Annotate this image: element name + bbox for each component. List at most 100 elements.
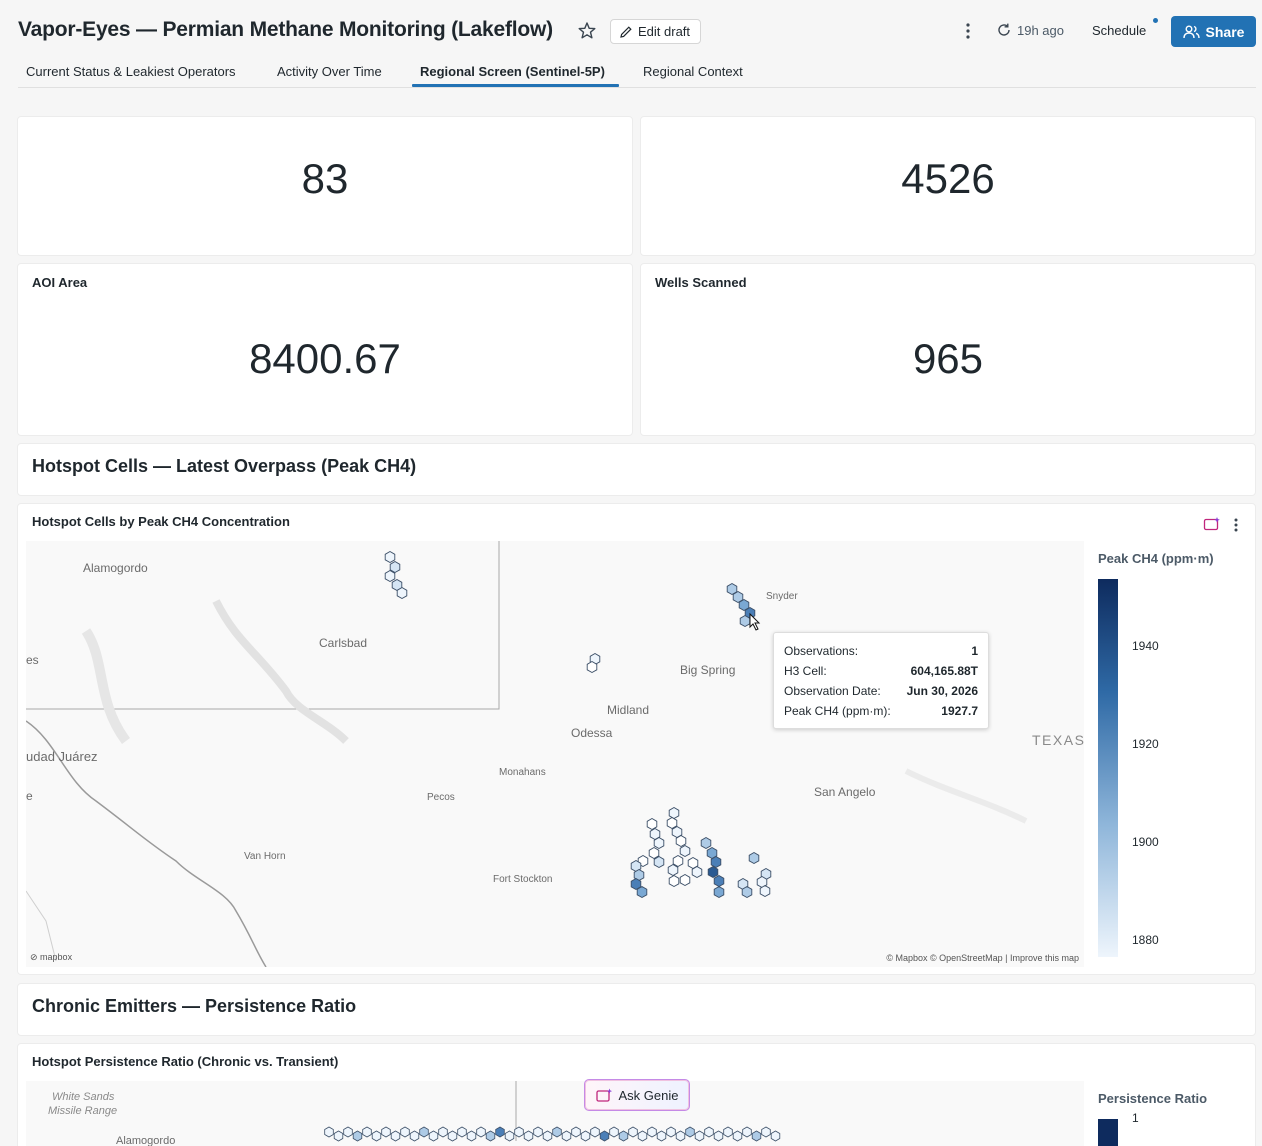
persistence-hex-cell[interactable] <box>742 1126 752 1138</box>
tooltip-label: Peak CH4 (ppm·m): <box>784 704 891 718</box>
persistence-hex-cell[interactable] <box>447 1130 458 1142</box>
tab-regional-screen[interactable]: Regional Screen (Sentinel-5P) <box>420 64 605 79</box>
hotspot-hex-cell[interactable] <box>700 836 712 850</box>
ask-genie-button[interactable]: Ask Genie <box>584 1079 690 1111</box>
persistence-hex-cell[interactable] <box>466 1130 477 1142</box>
hotspot-hex-cell[interactable] <box>586 660 598 674</box>
hotspot-hex-cell[interactable] <box>666 816 678 830</box>
persistence-hex-cell[interactable] <box>343 1126 353 1138</box>
hotspot-hex-cell[interactable] <box>713 885 725 899</box>
hotspot-hex-cell[interactable] <box>646 817 658 831</box>
persistence-hex-cell[interactable] <box>485 1130 496 1142</box>
counter-value: 83 <box>301 155 349 202</box>
persistence-hex-cell[interactable] <box>438 1126 448 1138</box>
persistence-hex-cell[interactable] <box>552 1126 562 1138</box>
hotspot-hex-cell[interactable] <box>691 865 703 879</box>
persistence-hex-cell[interactable] <box>476 1126 486 1138</box>
persistence-hex-cell[interactable] <box>561 1130 572 1142</box>
persistence-map[interactable]: White Sands Missile Range Alamogordo <box>26 1081 1084 1146</box>
persistence-hex-cell[interactable] <box>628 1126 638 1138</box>
hotspot-hex-cell[interactable] <box>759 884 771 898</box>
persistence-hex-cell[interactable] <box>704 1126 714 1138</box>
hotspot-hex-cell[interactable] <box>396 586 408 600</box>
genie-chart-icon[interactable] <box>1203 516 1221 532</box>
persistence-hex-cell[interactable] <box>666 1126 676 1138</box>
schedule-button[interactable]: Schedule <box>1092 23 1146 38</box>
persistence-hex-cell[interactable] <box>580 1130 591 1142</box>
tooltip-label: Observation Date: <box>784 684 881 698</box>
persistence-hex-cell[interactable] <box>723 1126 733 1138</box>
persistence-hex-cell[interactable] <box>381 1126 391 1138</box>
persistence-hex-cell[interactable] <box>533 1126 543 1138</box>
map-attribution[interactable]: © Mapbox © OpenStreetMap | Improve this … <box>886 953 1079 963</box>
tooltip-value: Jun 30, 2026 <box>906 684 978 698</box>
persistence-hex-cell[interactable] <box>590 1126 600 1138</box>
persistence-hex-cell[interactable] <box>770 1130 781 1142</box>
persistence-hex-cell[interactable] <box>333 1130 344 1142</box>
hotspot-hex-cell[interactable] <box>707 865 719 879</box>
hotspot-hex-cell[interactable] <box>653 836 665 850</box>
persistence-hex-cell[interactable] <box>647 1126 657 1138</box>
hotspot-hex-cell[interactable] <box>648 846 660 860</box>
tab-activity-over-time[interactable]: Activity Over Time <box>277 64 382 79</box>
hotspot-hex-cell[interactable] <box>748 851 760 865</box>
persistence-hex-cell[interactable] <box>428 1130 439 1142</box>
persistence-hex-cell[interactable] <box>352 1130 363 1142</box>
persistence-hex-cell[interactable] <box>761 1126 771 1138</box>
persistence-hex-cell[interactable] <box>523 1130 534 1142</box>
persistence-hex-cell[interactable] <box>542 1130 553 1142</box>
persistence-hex-cell[interactable] <box>457 1126 467 1138</box>
hotspot-hex-cell[interactable] <box>384 569 396 583</box>
persistence-hex-cell[interactable] <box>751 1130 762 1142</box>
hotspot-hex-cell[interactable] <box>389 560 401 574</box>
tab-regional-context[interactable]: Regional Context <box>643 64 743 79</box>
hotspot-hex-cell[interactable] <box>675 834 687 848</box>
hotspot-hex-cell[interactable] <box>672 854 684 868</box>
share-button[interactable]: Share <box>1171 16 1256 47</box>
persistence-hex-cell[interactable] <box>400 1126 410 1138</box>
edit-draft-button[interactable]: Edit draft <box>610 19 702 44</box>
persistence-hex-cell[interactable] <box>609 1126 619 1138</box>
persistence-hex-cell[interactable] <box>371 1130 382 1142</box>
hotspot-hex-cell[interactable] <box>741 885 753 899</box>
hotspot-hex-cell[interactable] <box>679 873 691 887</box>
persistence-hex-cell[interactable] <box>571 1126 581 1138</box>
persistence-hex-cell[interactable] <box>694 1130 705 1142</box>
persistence-hex-cell[interactable] <box>409 1130 420 1142</box>
persistence-hex-cell[interactable] <box>656 1130 667 1142</box>
tab-current-status[interactable]: Current Status & Leakiest Operators <box>26 64 236 79</box>
section-header-card: Chronic Emitters — Persistence Ratio <box>17 983 1256 1036</box>
persistence-hex-cell[interactable] <box>618 1130 629 1142</box>
persistence-hex-cell[interactable] <box>362 1126 372 1138</box>
persistence-hex-cell[interactable] <box>685 1126 695 1138</box>
persistence-hex-cell[interactable] <box>495 1126 505 1138</box>
hotspot-map[interactable]: Alamogordo Carlsbad es udad Juárez e Sny… <box>26 541 1084 967</box>
hotspot-hex-cell[interactable] <box>636 885 648 899</box>
persistence-hex-cell[interactable] <box>514 1126 524 1138</box>
section-title: Chronic Emitters — Persistence Ratio <box>32 996 357 1016</box>
hotspot-hex-cell[interactable] <box>739 614 751 628</box>
persistence-hex-cell[interactable] <box>675 1130 686 1142</box>
persistence-hex-cell[interactable] <box>419 1126 429 1138</box>
hotspot-hex-cell[interactable] <box>384 550 396 564</box>
hotspot-hex-cell[interactable] <box>653 855 665 869</box>
hotspot-hex-cell[interactable] <box>667 863 679 877</box>
persistence-hex-cell[interactable] <box>732 1130 743 1142</box>
refresh-button[interactable]: 19h ago <box>996 22 1064 38</box>
persistence-hex-cell[interactable] <box>504 1130 515 1142</box>
star-icon[interactable] <box>576 20 598 42</box>
persistence-hex-cell[interactable] <box>637 1130 648 1142</box>
persistence-hex-cell[interactable] <box>324 1126 334 1138</box>
more-options-icon[interactable] <box>958 20 978 42</box>
persistence-hex-cell[interactable] <box>713 1130 724 1142</box>
chart-menu-icon[interactable] <box>1228 516 1244 534</box>
hotspot-hex-cell[interactable] <box>679 844 691 858</box>
persistence-hex-cell[interactable] <box>599 1130 610 1142</box>
hotspot-hex-cell[interactable] <box>668 874 680 888</box>
hotspot-hex-cell[interactable] <box>668 806 680 820</box>
map-place-label: e <box>26 789 33 803</box>
hotspot-hex-cell[interactable] <box>713 874 725 888</box>
tooltip-row: Observation Date: Jun 30, 2026 <box>784 684 978 698</box>
persistence-hex-cell[interactable] <box>390 1130 401 1142</box>
hotspot-hex-cell[interactable] <box>710 855 722 869</box>
